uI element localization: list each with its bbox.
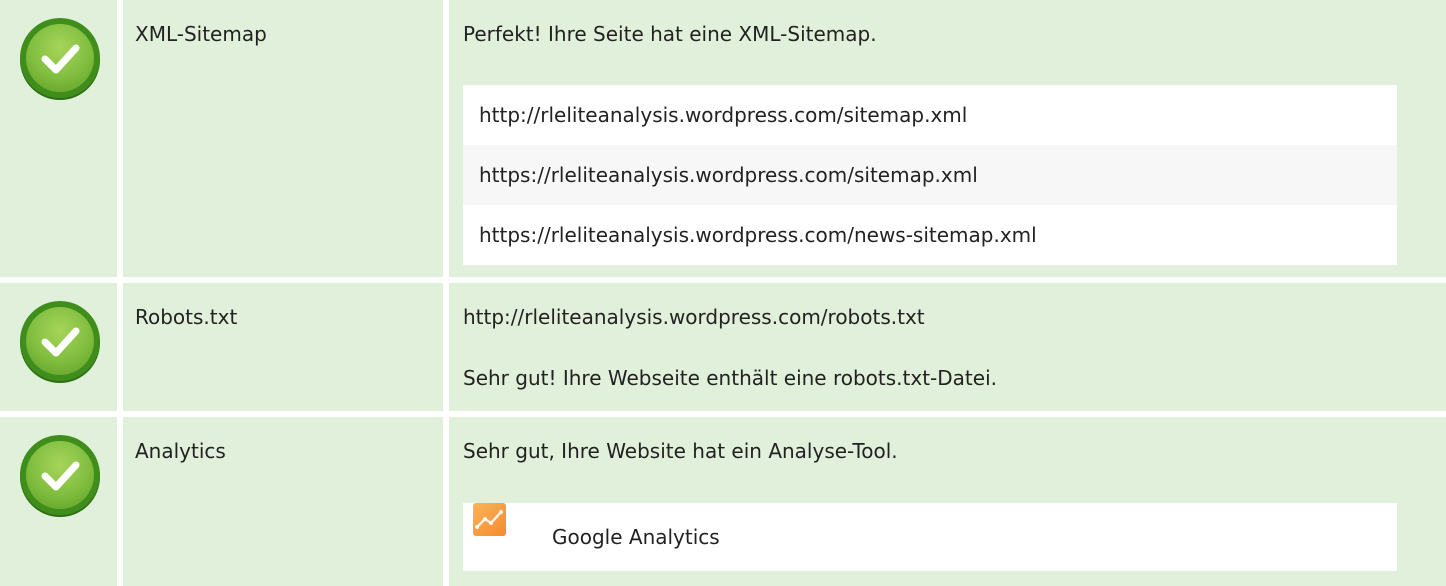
value-cell: http://rleliteanalysis.wordpress.com/rob… [449,283,1446,411]
status-cell [0,0,117,277]
row-analytics: Analytics Sehr gut, Ihre Website hat ein… [0,417,1446,586]
tool-name: Google Analytics [552,525,720,549]
label-cell: Robots.txt [123,283,443,411]
label-cell: XML-Sitemap [123,0,443,277]
label-cell: Analytics [123,417,443,586]
row-robots-txt: Robots.txt http://rleliteanalysis.wordpr… [0,283,1446,411]
row-label: Analytics [135,439,226,463]
google-analytics-icon [473,503,506,536]
status-text: Perfekt! Ihre Seite hat eine XML-Sitemap… [463,22,877,46]
sitemap-url[interactable]: https://rleliteanalysis.wordpress.com/ne… [463,205,1397,265]
row-xml-sitemap: XML-Sitemap Perfekt! Ihre Seite hat eine… [0,0,1446,277]
status-cell [0,283,117,411]
check-circle-icon [20,301,100,381]
status-text: Sehr gut! Ihre Webseite enthält eine rob… [463,366,997,390]
value-cell: Perfekt! Ihre Seite hat eine XML-Sitemap… [449,0,1446,277]
sitemap-url-list: http://rleliteanalysis.wordpress.com/sit… [463,85,1397,265]
analytics-tool-item: Google Analytics [463,503,1397,571]
sitemap-url[interactable]: http://rleliteanalysis.wordpress.com/sit… [463,85,1397,145]
status-cell [0,417,117,586]
row-label: XML-Sitemap [135,22,267,46]
sitemap-url[interactable]: https://rleliteanalysis.wordpress.com/si… [463,145,1397,205]
robots-url[interactable]: http://rleliteanalysis.wordpress.com/rob… [463,305,925,329]
value-cell: Sehr gut, Ihre Website hat ein Analyse-T… [449,417,1446,586]
row-label: Robots.txt [135,305,238,329]
status-text: Sehr gut, Ihre Website hat ein Analyse-T… [463,439,898,463]
check-circle-icon [20,435,100,515]
check-circle-icon [20,18,100,98]
